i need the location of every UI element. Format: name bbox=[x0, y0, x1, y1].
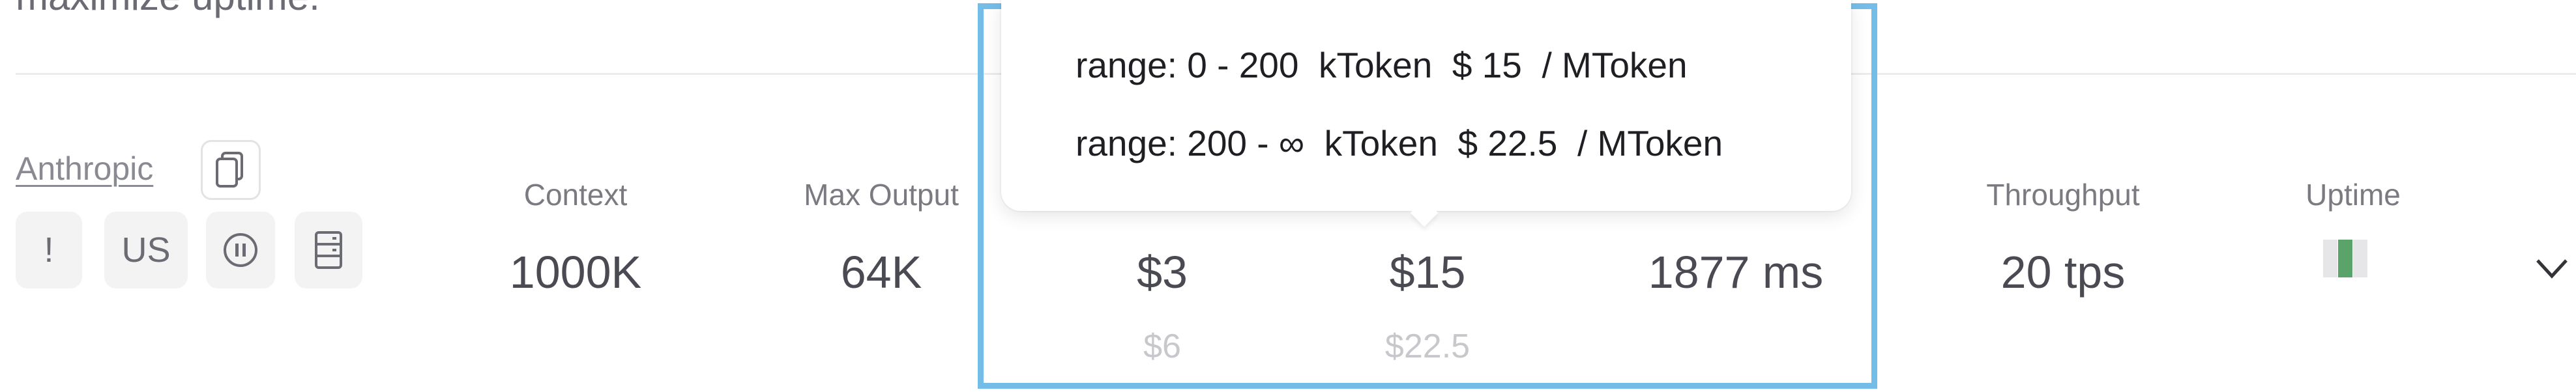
context-label: Context bbox=[523, 178, 628, 212]
data-policy-chip[interactable] bbox=[295, 212, 362, 288]
copy-icon bbox=[216, 152, 243, 188]
server-icon bbox=[315, 231, 342, 269]
tooltip-range-line: range: 200 - ∞ kToken $ 22.5 / MToken bbox=[1076, 123, 1723, 163]
chevron-down-icon[interactable] bbox=[2532, 249, 2571, 288]
uptime-chart[interactable] bbox=[2323, 240, 2383, 277]
uptime-bar[interactable] bbox=[2338, 240, 2352, 277]
input-price-value: $3 bbox=[1137, 247, 1188, 298]
warning-chip[interactable]: ! bbox=[16, 212, 82, 288]
moderation-chip[interactable] bbox=[206, 212, 275, 288]
uptime-bar[interactable] bbox=[2353, 240, 2367, 277]
copy-button[interactable] bbox=[201, 140, 261, 200]
provider-description: maximize uptime. bbox=[16, 0, 320, 19]
max-output-value: 64K bbox=[840, 247, 922, 298]
pause-circle-icon bbox=[224, 233, 257, 267]
region-label: US bbox=[121, 231, 171, 270]
output-price-value[interactable]: $15 bbox=[1390, 246, 1466, 298]
latency-value: 1877 ms bbox=[1648, 247, 1824, 298]
uptime-bar[interactable] bbox=[2323, 240, 2337, 277]
context-value: 1000K bbox=[509, 247, 642, 298]
exclamation-icon: ! bbox=[44, 231, 54, 270]
max-output-label: Max Output bbox=[804, 178, 959, 212]
output-price-high-context: $22.5 bbox=[1384, 328, 1471, 365]
region-chip[interactable]: US bbox=[104, 212, 188, 288]
provider-name-link[interactable]: Anthropic bbox=[16, 150, 153, 188]
throughput-value: 20 tps bbox=[2000, 247, 2126, 298]
throughput-label: Throughput bbox=[1986, 178, 2140, 212]
input-price-high-context: $6 bbox=[1143, 328, 1181, 365]
tooltip-range-line: range: 0 - 200 kToken $ 15 / MToken bbox=[1076, 45, 1688, 85]
uptime-label: Uptime bbox=[2305, 178, 2401, 212]
pricing-tooltip bbox=[1001, 0, 1851, 211]
